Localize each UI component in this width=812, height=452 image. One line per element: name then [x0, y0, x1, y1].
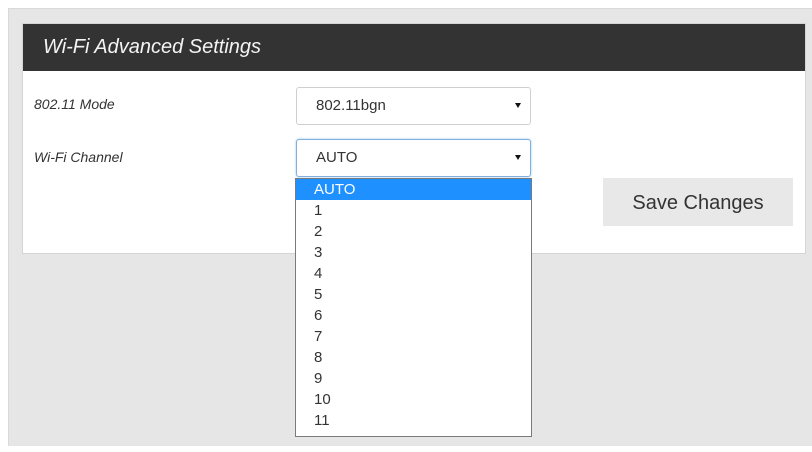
channel-option[interactable]: 3: [296, 242, 531, 263]
channel-option[interactable]: 1: [296, 200, 531, 221]
channel-dropdown-list: AUTO 1 2 3 4 5 6 7 8 9 10 11: [295, 178, 532, 437]
channel-option[interactable]: 4: [296, 263, 531, 284]
channel-option[interactable]: 6: [296, 305, 531, 326]
channel-option[interactable]: 9: [296, 368, 531, 389]
channel-option[interactable]: 5: [296, 284, 531, 305]
mode-select-value: 802.11bgn: [316, 97, 386, 114]
dropdown-arrow-icon: [515, 103, 521, 108]
mode-label: 802.11 Mode: [34, 96, 115, 112]
channel-option[interactable]: 11: [296, 410, 531, 431]
channel-option[interactable]: AUTO: [296, 179, 531, 200]
channel-option[interactable]: 10: [296, 389, 531, 410]
channel-select[interactable]: AUTO: [296, 139, 531, 177]
channel-option[interactable]: 2: [296, 221, 531, 242]
channel-option[interactable]: 7: [296, 326, 531, 347]
channel-option[interactable]: 8: [296, 347, 531, 368]
save-changes-button[interactable]: Save Changes: [603, 178, 793, 226]
mode-select[interactable]: 802.11bgn: [296, 87, 531, 125]
channel-label: Wi-Fi Channel: [34, 149, 123, 165]
channel-select-value: AUTO: [316, 149, 358, 166]
dropdown-arrow-icon: [515, 155, 521, 160]
panel-title: Wi-Fi Advanced Settings: [23, 24, 805, 71]
